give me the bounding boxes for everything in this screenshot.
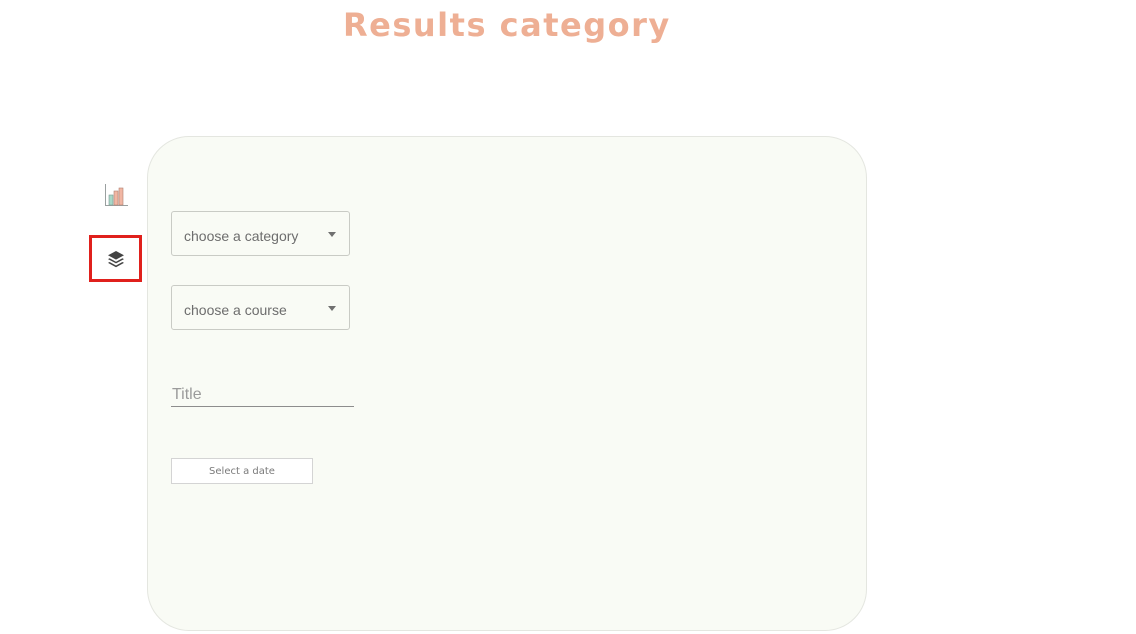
course-select-value: choose a course [184, 302, 287, 318]
layers-icon [107, 250, 124, 267]
page: Results category choose a category choos… [0, 0, 1136, 634]
select-date-button[interactable]: Select a date [171, 458, 313, 484]
page-title: Results category [343, 6, 671, 44]
sidebar-item-layers[interactable] [89, 235, 142, 282]
bar-chart-icon [105, 184, 128, 206]
category-select-value: choose a category [184, 228, 299, 244]
chevron-down-icon [328, 232, 336, 237]
category-select[interactable]: choose a category [171, 211, 350, 256]
course-select[interactable]: choose a course [171, 285, 350, 330]
form-panel: choose a category choose a course Select… [147, 136, 867, 631]
chevron-down-icon [328, 306, 336, 311]
sidebar-item-chart[interactable] [101, 180, 131, 210]
title-input[interactable] [171, 383, 354, 407]
